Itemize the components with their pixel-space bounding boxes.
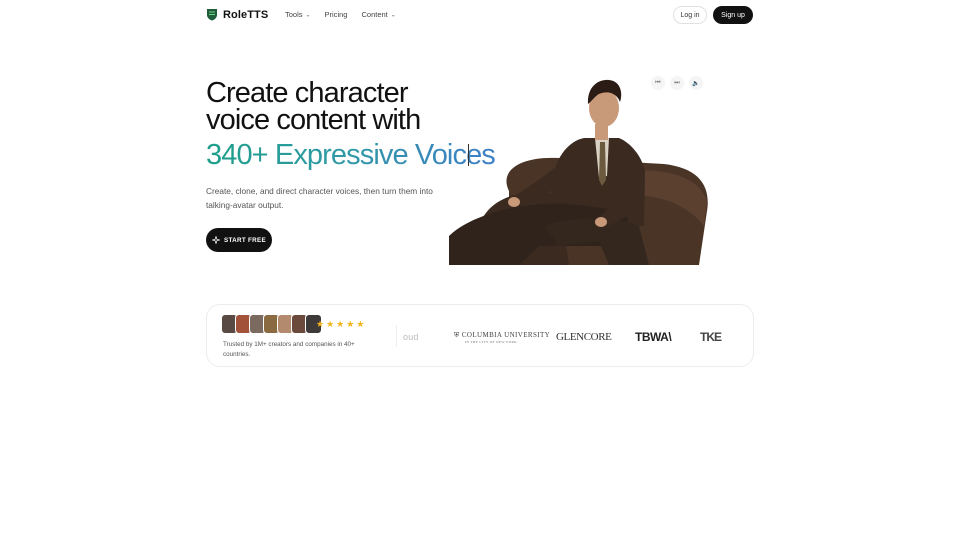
nav-tools-label: Tools	[285, 10, 303, 19]
sparkle-icon	[211, 236, 220, 244]
logo-columbia-line1: ⛨ COLUMBIA UNIVERSITY	[454, 330, 551, 339]
skip-forward-icon[interactable]: ⏭	[670, 76, 684, 90]
avatar-group	[221, 314, 322, 334]
trust-text: Trusted by 1M+ creators and companies in…	[223, 341, 355, 358]
logo-partial: oud	[403, 332, 419, 342]
hero-title-line2: voice content with	[206, 104, 421, 136]
divider	[396, 325, 397, 347]
nav-pricing[interactable]: Pricing	[325, 10, 348, 19]
nav-content-label: Content	[361, 10, 388, 19]
star-icon: ★	[356, 319, 365, 329]
volume-icon[interactable]: 🔈	[689, 76, 703, 90]
star-icon: ★	[326, 319, 335, 329]
star-icon: ★	[336, 319, 345, 329]
nav-content[interactable]: Content ⌄	[361, 10, 395, 19]
brand-name: RoleTTS	[223, 8, 269, 21]
nav-links: Tools ⌄ Pricing Content ⌄	[285, 10, 396, 19]
logo-tk: TKE	[700, 330, 722, 344]
top-nav: RoleTTS Tools ⌄ Pricing Content ⌄ Log in…	[0, 0, 960, 30]
chevron-down-icon: ⌄	[390, 12, 396, 19]
hero-title: Create character voice content with	[206, 77, 421, 136]
chevron-down-icon: ⌄	[305, 12, 311, 19]
logo-columbia: ⛨ COLUMBIA UNIVERSITY IN THE CITY OF NEW…	[454, 323, 550, 351]
audio-player-controls: ⏮ ⏭ 🔈	[651, 76, 703, 90]
login-button[interactable]: Log in	[673, 6, 707, 24]
nav-tools[interactable]: Tools ⌄	[285, 10, 311, 19]
star-icon: ★	[316, 319, 325, 329]
hero-subtitle: Create, clone, and direct character voic…	[206, 186, 433, 210]
star-icon: ★	[346, 319, 355, 329]
hero-character-image	[449, 79, 708, 265]
skip-back-icon[interactable]: ⏮	[651, 76, 665, 90]
logo-tbwa: TBWA\	[635, 330, 672, 344]
logo-glencore: GLENCORE	[556, 331, 612, 343]
trust-bar: ★ ★ ★ ★ ★ Trusted by 1M+ creators and co…	[206, 304, 754, 367]
logo-columbia-line2: IN THE CITY OF NEW YORK	[465, 339, 517, 344]
start-free-label: START FREE	[223, 236, 267, 244]
nav-pricing-label: Pricing	[324, 10, 348, 19]
hero-title-line1: Create character	[206, 77, 408, 109]
brand-logo[interactable]: RoleTTS	[206, 8, 268, 21]
start-free-button[interactable]: START FREE	[206, 228, 272, 252]
shield-logo-icon	[207, 9, 217, 21]
client-logos: oud ⛨ COLUMBIA UNIVERSITY IN THE CITY OF…	[403, 323, 743, 351]
rating-stars: ★ ★ ★ ★ ★	[316, 319, 364, 330]
signup-button[interactable]: Sign up	[713, 6, 753, 24]
